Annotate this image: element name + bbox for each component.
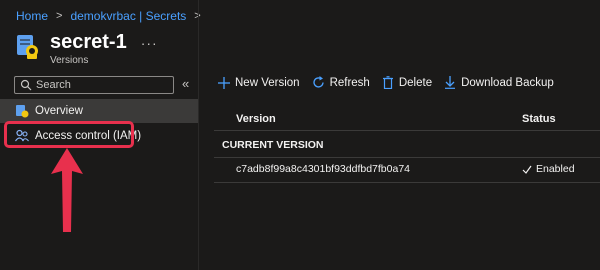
page-subtitle: Versions <box>50 55 89 66</box>
new-version-button[interactable]: New Version <box>218 76 300 89</box>
group-label: CURRENT VERSION <box>222 139 324 151</box>
breadcrumb-home-link[interactable]: Home <box>16 9 48 23</box>
sidebar-search[interactable] <box>14 76 174 94</box>
refresh-icon <box>312 76 324 88</box>
table-row[interactable]: c7adb8f99a8c4301bf93ddfbd7fb0a74 Enabled <box>214 157 600 183</box>
breadcrumb: Home > demokvrbac | Secrets > <box>16 9 201 23</box>
sidebar-item-label: Overview <box>35 105 83 117</box>
column-header-version[interactable]: Version <box>236 113 276 125</box>
breadcrumb-secrets-link[interactable]: demokvrbac | Secrets <box>70 9 186 23</box>
page-title: secret-1 <box>50 31 127 53</box>
key-vault-secret-icon <box>16 33 40 61</box>
chevron-right-icon: > <box>56 10 63 22</box>
page-header: secret-1 ··· Versions <box>16 31 158 66</box>
iam-users-icon <box>15 129 29 143</box>
command-toolbar: New Version Refresh Delete Download Back… <box>218 76 566 89</box>
sidebar-item-label: Access control (IAM) <box>35 130 142 142</box>
download-backup-label: Download Backup <box>461 76 554 89</box>
trash-icon <box>382 76 393 89</box>
new-version-label: New Version <box>235 76 300 89</box>
download-icon <box>445 76 456 89</box>
red-arrow-annotation <box>51 148 83 232</box>
delete-label: Delete <box>398 76 433 89</box>
table-group-row: CURRENT VERSION <box>214 131 600 158</box>
refresh-label: Refresh <box>329 76 370 89</box>
refresh-button[interactable]: Refresh <box>312 76 370 89</box>
plus-icon <box>218 76 230 89</box>
table-header: Version Status <box>214 104 600 131</box>
download-backup-button[interactable]: Download Backup <box>444 76 554 89</box>
collapse-sidebar-button[interactable]: « <box>182 76 189 91</box>
column-header-status[interactable]: Status <box>522 113 556 125</box>
sidebar-divider <box>198 0 199 270</box>
search-icon <box>20 79 32 91</box>
search-input[interactable] <box>36 79 166 91</box>
checkmark-icon <box>522 165 532 174</box>
sidebar-item-access-control[interactable]: Access control (IAM) <box>0 124 198 148</box>
delete-button[interactable]: Delete <box>382 76 432 89</box>
more-options-button[interactable]: ··· <box>141 35 158 51</box>
status-cell: Enabled <box>522 163 575 175</box>
version-id-cell[interactable]: c7adb8f99a8c4301bf93ddfbd7fb0a74 <box>236 163 410 175</box>
sidebar-item-overview[interactable]: Overview <box>0 99 198 123</box>
overview-icon <box>15 104 29 118</box>
status-text: Enabled <box>536 163 575 175</box>
